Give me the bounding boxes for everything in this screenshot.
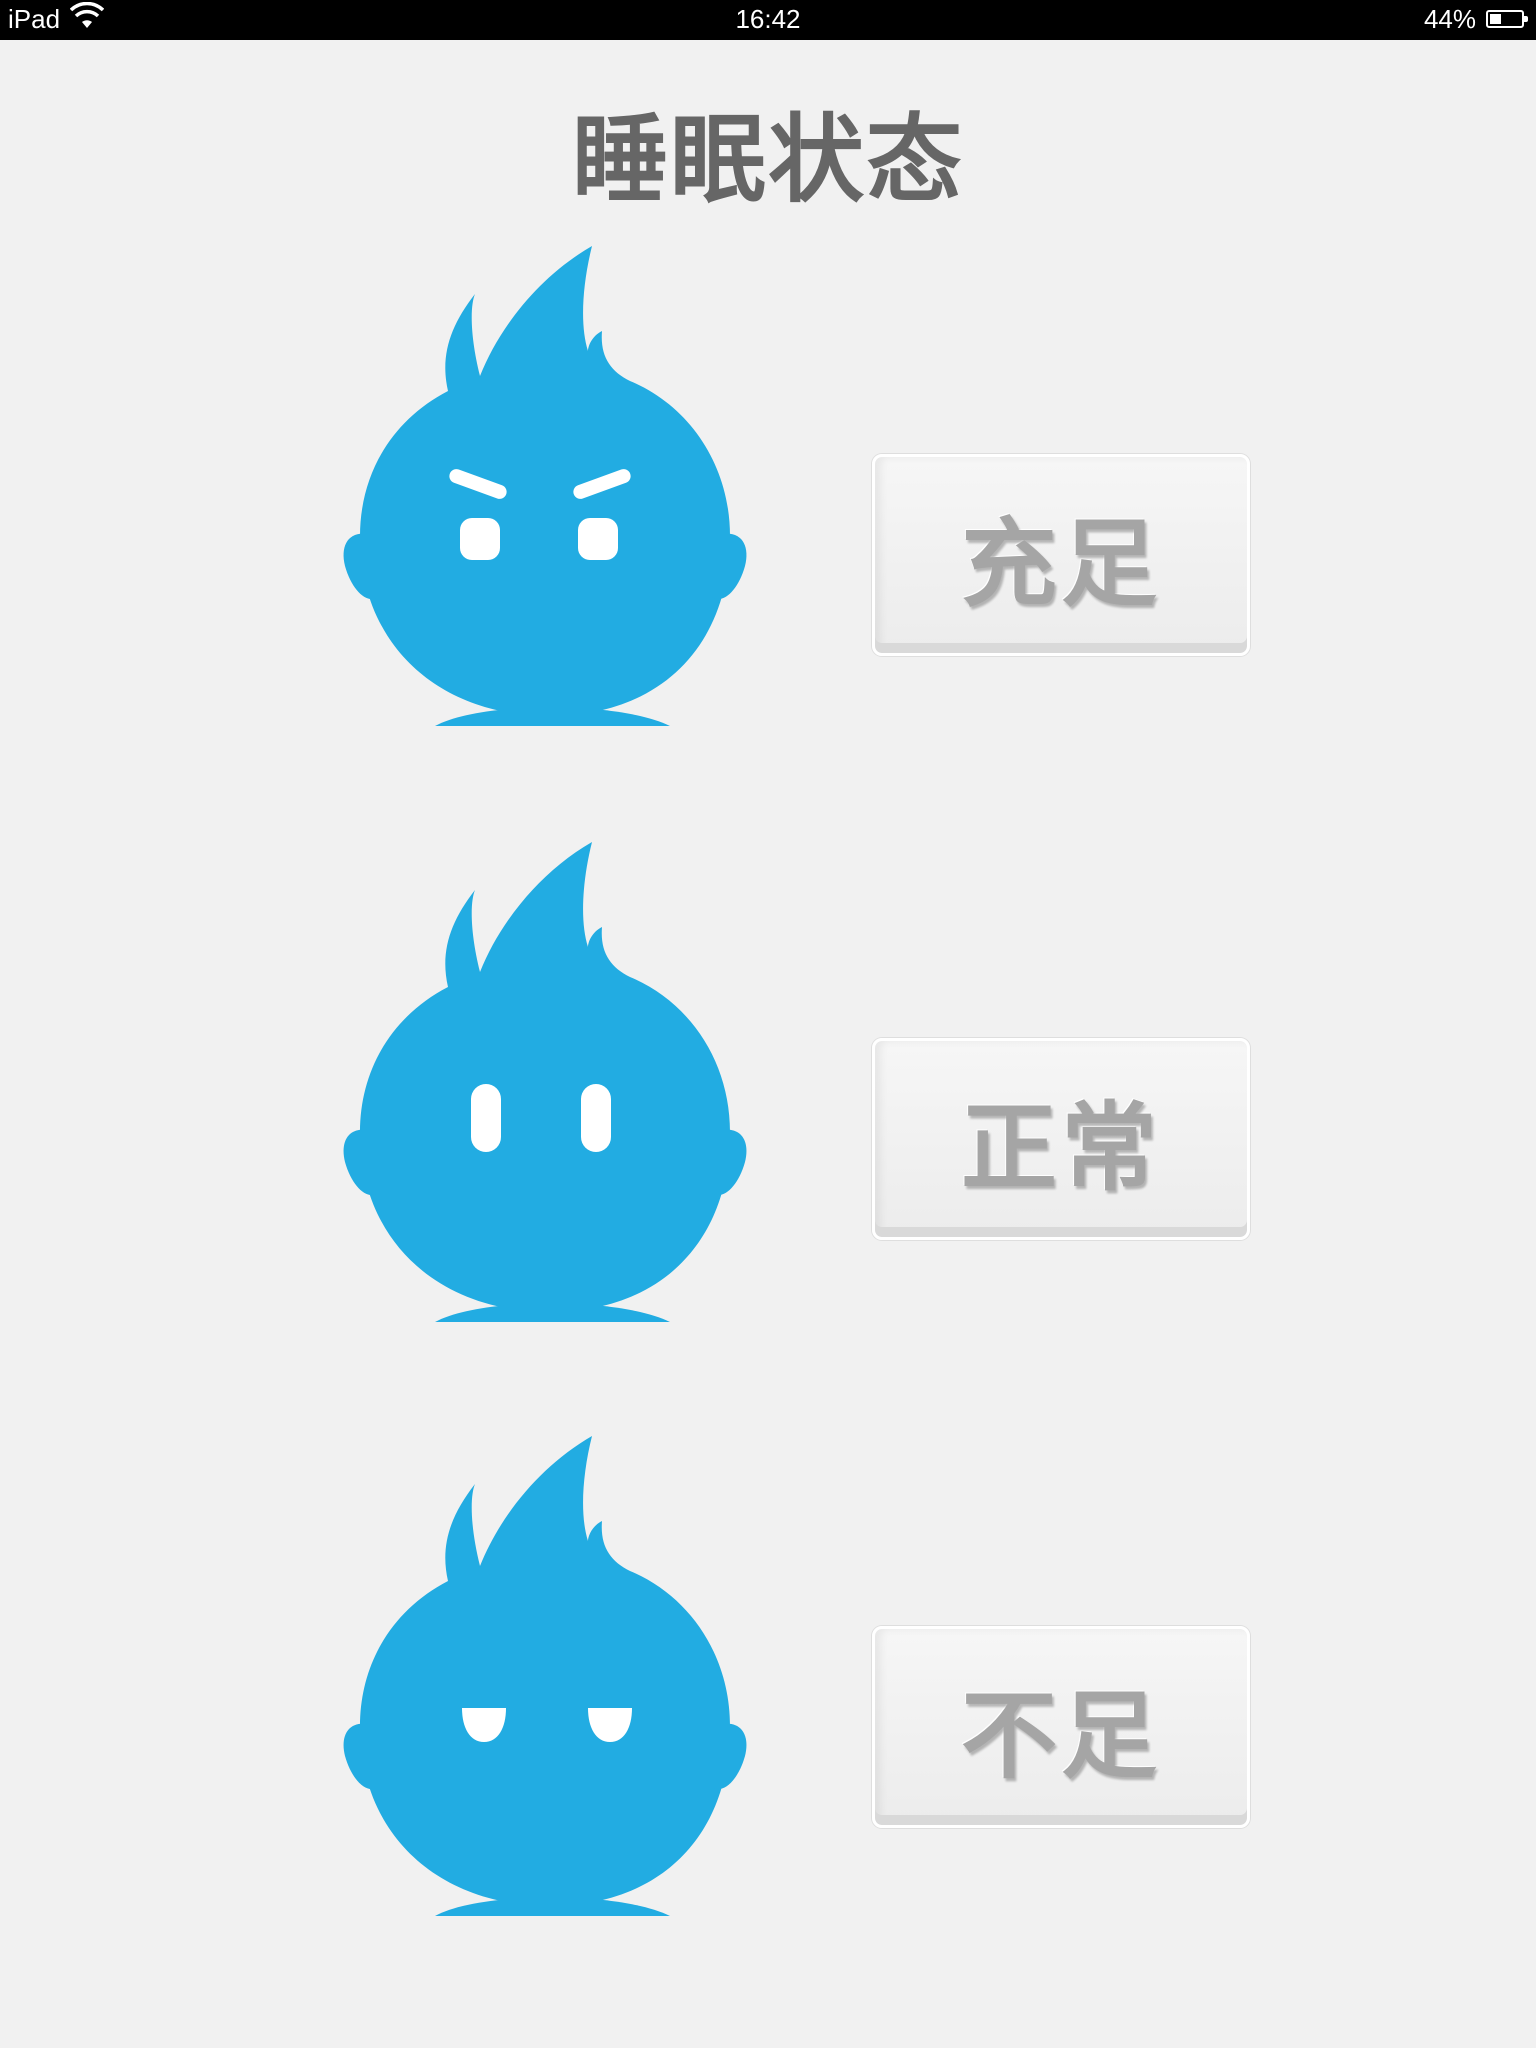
status-time: 16:42 — [735, 4, 801, 34]
mascot-sleepy-icon — [330, 1436, 770, 1926]
battery-percent: 44% — [1423, 4, 1476, 34]
battery-fill — [1490, 14, 1501, 24]
option-label: 充足 — [961, 507, 1161, 620]
status-bar: iPad 16:42 44% — [0, 0, 1536, 40]
page-title: 睡眠状态 — [572, 104, 964, 216]
mascot-neutral-icon — [330, 842, 770, 1332]
mascot-determined-icon — [330, 246, 770, 736]
option-button-normal[interactable]: 正常 — [872, 1038, 1250, 1240]
option-label: 不足 — [961, 1679, 1161, 1792]
option-label: 正常 — [961, 1091, 1161, 1204]
option-button-insufficient[interactable]: 不足 — [872, 1626, 1250, 1828]
option-button-sufficient[interactable]: 充足 — [872, 454, 1250, 656]
battery-icon — [1486, 10, 1528, 28]
